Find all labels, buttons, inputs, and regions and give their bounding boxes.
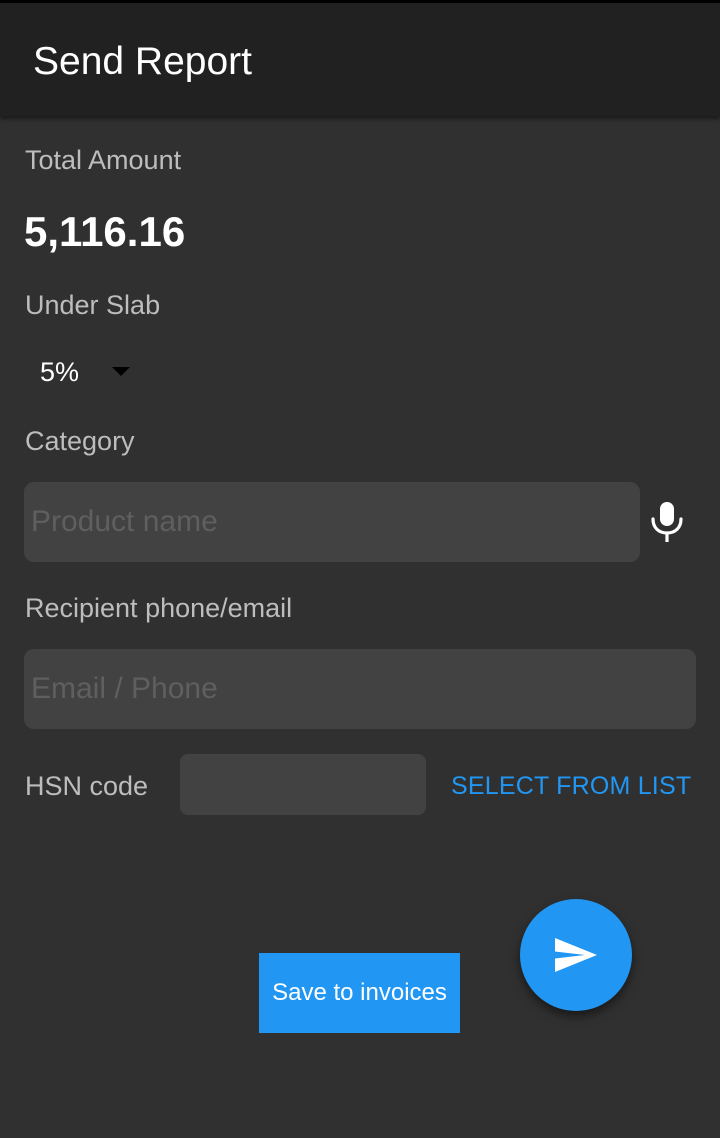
- send-button[interactable]: [520, 899, 632, 1011]
- recipient-input[interactable]: [24, 649, 696, 729]
- recipient-field: [24, 649, 696, 729]
- page-title: Send Report: [33, 40, 252, 83]
- send-report-screen: Send Report Total Amount 5,116.16 Under …: [0, 0, 720, 1138]
- total-amount-label: Total Amount: [25, 145, 182, 175]
- save-to-invoices-button[interactable]: Save to invoices: [259, 953, 460, 1033]
- send-icon: [555, 938, 597, 972]
- under-slab-label: Under Slab: [25, 290, 161, 320]
- select-from-list-button[interactable]: SELECT FROM LIST: [451, 770, 691, 802]
- product-name-input[interactable]: [24, 482, 640, 562]
- slab-dropdown[interactable]: 5%: [40, 354, 140, 394]
- hsn-code-label: HSN code: [25, 771, 149, 801]
- dropdown-arrow-icon: [112, 367, 130, 376]
- category-label: Category: [25, 426, 135, 456]
- hsn-code-input[interactable]: [180, 754, 426, 815]
- microphone-icon[interactable]: [648, 500, 686, 544]
- hsn-code-field: [180, 754, 426, 815]
- product-name-field: [24, 482, 640, 562]
- recipient-label: Recipient phone/email: [25, 593, 293, 623]
- app-bar: Send Report: [0, 3, 720, 116]
- slab-selected-value: 5%: [40, 357, 80, 387]
- total-amount-value: 5,116.16: [24, 208, 186, 255]
